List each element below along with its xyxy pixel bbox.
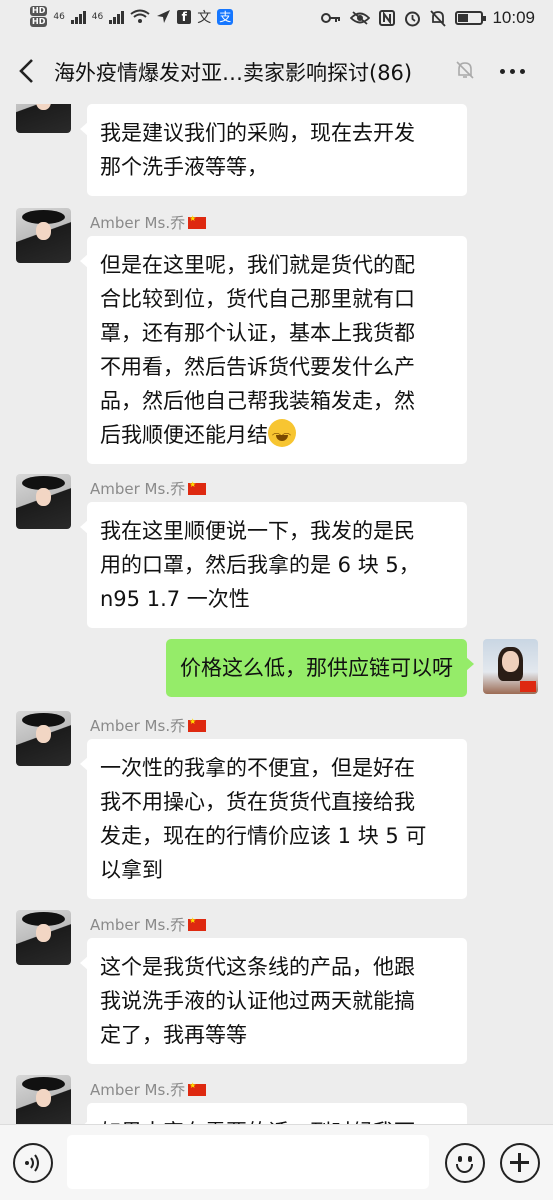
message-bubble[interactable]: 如果大家有需要的话，到时候我可	[80, 1103, 467, 1124]
message-line: 价格这么低，那供应链可以呀	[180, 656, 453, 680]
message-line: 发走，现在的行情价应该 1 块 5 可	[100, 824, 427, 848]
alipay-icon: 支	[217, 8, 234, 25]
sender-name-text: Amber Ms.乔	[90, 214, 186, 232]
china-flag-icon	[188, 480, 207, 495]
status-time: 10:09	[492, 8, 535, 27]
china-flag-icon	[188, 916, 207, 931]
plus-icon[interactable]	[500, 1143, 540, 1183]
signal-icon	[70, 10, 86, 24]
facebook-icon: f	[177, 9, 192, 24]
message-input[interactable]	[67, 1135, 429, 1189]
avatar[interactable]	[16, 711, 71, 766]
more-dots-icon[interactable]	[500, 69, 525, 74]
wifi-icon	[130, 9, 150, 23]
message-bubble[interactable]: 我在这里顺便说一下，我发的是民 用的口罩，然后我拿的是 6 块 5， n95 1…	[80, 502, 467, 628]
avatar[interactable]	[16, 1075, 71, 1124]
avatar[interactable]	[16, 474, 71, 529]
chat-header: 海外疫情爆发对亚…卖家影响探讨(86)	[0, 38, 553, 104]
sender-name: Amber Ms.乔	[90, 212, 207, 233]
china-flag-icon	[520, 681, 536, 692]
message-line: 我说洗手液的认证他过两天就能搞	[100, 989, 415, 1013]
message-line: 但是在这里呢，我们就是货代的配	[100, 253, 415, 277]
message-line: 我在这里顺便说一下，我发的是民	[100, 519, 415, 543]
message-line: 这个是我货代这条线的产品，他跟	[100, 955, 415, 979]
avatar[interactable]	[16, 104, 71, 133]
location-icon	[157, 10, 171, 23]
message-line: 罩，还有那个认证，基本上我货都	[100, 321, 415, 345]
message-line: 如果大家有需要的话，到时候我可	[100, 1115, 453, 1124]
status-left: HD HD 46 46 f 文 支	[30, 6, 234, 27]
message-line: 一次性的我拿的不便宜，但是好在	[100, 756, 415, 780]
emoji-icon[interactable]	[445, 1143, 485, 1183]
avatar[interactable]	[16, 910, 71, 965]
message-line: 不用看，然后告诉货代要发什么产	[100, 355, 415, 379]
mute-icon	[430, 9, 447, 27]
bell-muted-icon	[456, 61, 474, 79]
sender-name-text: Amber Ms.乔	[90, 480, 186, 498]
message-bubble-self[interactable]: 价格这么低，那供应链可以呀	[166, 639, 474, 697]
message-line: 以拿到	[100, 858, 163, 882]
message-line: 品，然后他自己帮我装箱发走，然	[100, 389, 415, 413]
message-bubble[interactable]: 一次性的我拿的不便宜，但是好在 我不用操心，货在货货代直接给我 发走，现在的行情…	[80, 739, 467, 899]
china-flag-icon	[188, 214, 207, 229]
message-bubble[interactable]: 但是在这里呢，我们就是货代的配 合比较到位，货代自己那里就有口 罩，还有那个认证…	[80, 236, 467, 464]
key-icon	[321, 13, 341, 23]
sender-name-text: Amber Ms.乔	[90, 717, 186, 735]
input-bar	[0, 1124, 553, 1200]
avatar[interactable]	[16, 208, 71, 263]
network-type-label: 46	[91, 11, 104, 22]
battery-icon	[455, 11, 487, 25]
sender-name: Amber Ms.乔	[90, 715, 207, 736]
nfc-icon	[379, 10, 396, 26]
chat-message-list[interactable]: 我是建议我们的采购，现在去开发 那个洗手液等等， Amber Ms.乔 但是在这…	[0, 104, 553, 1124]
back-arrow-icon[interactable]	[14, 57, 40, 85]
chat-title: 海外疫情爆发对亚…卖家影响探讨(86)	[54, 61, 413, 85]
message-bubble[interactable]: 我是建议我们的采购，现在去开发 那个洗手液等等，	[80, 104, 467, 196]
message-line: 那个洗手液等等，	[100, 155, 268, 179]
message-line: 用的口罩，然后我拿的是 6 块 5，	[100, 553, 420, 577]
message-line: n95 1.7 一次性	[100, 587, 250, 611]
message-line: 合比较到位，货代自己那里就有口	[100, 287, 415, 311]
signal-icon	[109, 10, 125, 24]
status-right: 10:09	[321, 8, 535, 28]
china-flag-icon	[188, 1081, 207, 1096]
hd-badge: HD	[30, 17, 48, 27]
message-line: 我不用操心，货在货货代直接给我	[100, 790, 415, 814]
translate-icon: 文	[197, 9, 212, 26]
avatar-self[interactable]	[483, 639, 538, 694]
eye-icon	[350, 11, 371, 25]
sender-name: Amber Ms.乔	[90, 914, 207, 935]
message-line: 定了，我再等等	[100, 1023, 247, 1047]
sender-name: Amber Ms.乔	[90, 478, 207, 499]
message-line: 我是建议我们的采购，现在去开发	[100, 121, 415, 145]
network-type-label: 46	[53, 11, 65, 22]
sender-name: Amber Ms.乔	[90, 1079, 207, 1100]
china-flag-icon	[188, 717, 207, 732]
message-bubble[interactable]: 这个是我货代这条线的产品，他跟 我说洗手液的认证他过两天就能搞 定了，我再等等	[80, 938, 467, 1064]
sender-name-text: Amber Ms.乔	[90, 1081, 186, 1099]
alarm-icon	[405, 11, 421, 26]
status-bar: HD HD 46 46 f 文 支 10:09	[0, 0, 553, 38]
laugh-cry-emoji-icon	[268, 419, 296, 456]
sender-name-text: Amber Ms.乔	[90, 916, 186, 934]
voice-icon[interactable]	[13, 1143, 53, 1183]
hd-badge: HD	[30, 6, 48, 16]
message-line: 后我顺便还能月结	[100, 423, 268, 447]
